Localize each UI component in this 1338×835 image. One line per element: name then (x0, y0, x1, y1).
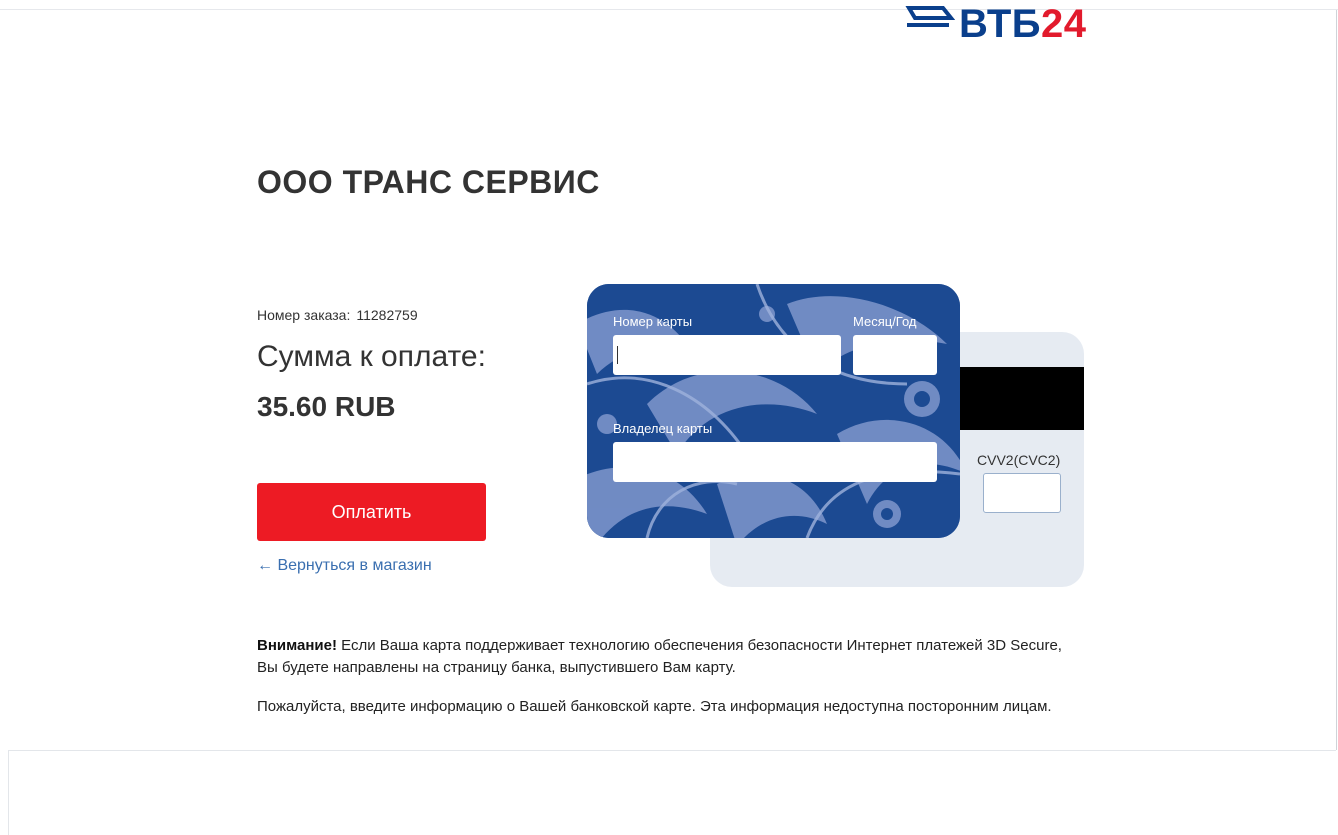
merchant-name: ООО ТРАНС СЕРВИС (257, 164, 600, 200)
left-edge-line (8, 750, 9, 835)
text-caret (617, 346, 618, 364)
vtb-logo-mark-icon (905, 6, 955, 27)
warning-text: Если Ваша карта поддерживает технологию … (257, 637, 1062, 676)
pay-button[interactable]: Оплатить (257, 483, 486, 541)
sum-label: Сумма к оплате: (257, 340, 486, 373)
vtb24-logo: ВТБ24 (905, 0, 1090, 50)
order-number: Номер заказа: 11282759 (257, 307, 418, 323)
cardholder-label: Владелец карты (613, 421, 713, 436)
back-to-shop-link[interactable]: ← Вернуться в магазин (257, 557, 432, 575)
card-number-label: Номер карты (613, 314, 693, 329)
logo-text-24: 24 (1041, 2, 1087, 46)
warning-bold: Внимание! (257, 637, 337, 654)
payment-amount: 35.60 RUB (257, 391, 396, 422)
expiry-input[interactable] (853, 335, 937, 375)
cvv-label: CVV2(CVC2) (977, 452, 1061, 468)
card-number-input[interactable] (613, 335, 841, 375)
bottom-divider (8, 750, 1336, 751)
cvv-input[interactable] (983, 473, 1061, 513)
order-number-label: Номер заказа: (257, 307, 351, 323)
magnetic-stripe (950, 367, 1084, 430)
privacy-info: Пожалуйста, введите информацию о Вашей б… (257, 698, 1052, 715)
expiry-label: Месяц/Год (853, 314, 917, 329)
cardholder-input[interactable] (613, 442, 937, 482)
security-warning: Внимание! Если Ваша карта поддерживает т… (257, 635, 1077, 679)
logo-text-vtb: ВТБ (959, 2, 1042, 46)
logo-text: ВТБ24 (959, 4, 1087, 44)
order-number-value: 11282759 (356, 307, 418, 323)
